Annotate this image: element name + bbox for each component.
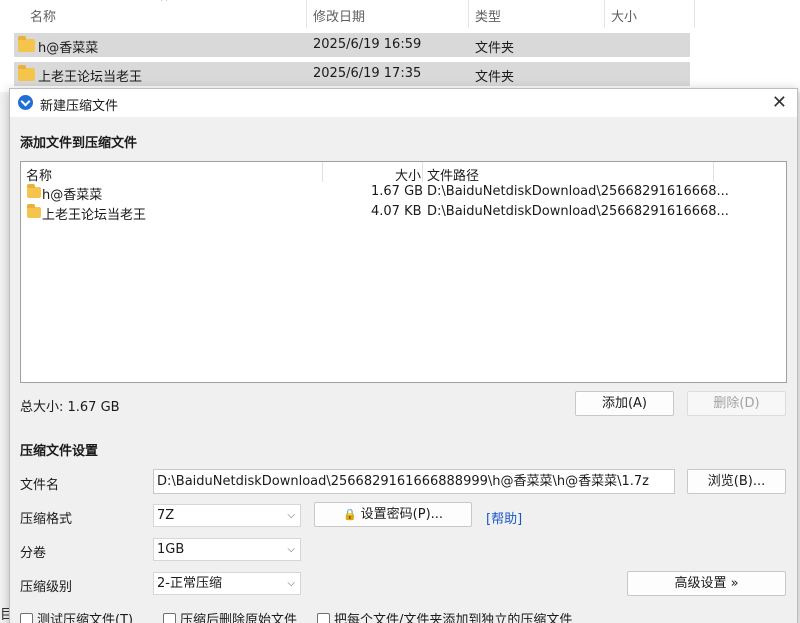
filename-label: 文件名 bbox=[20, 478, 60, 493]
explorer-row-date: 2025/6/19 17:35 bbox=[313, 66, 422, 81]
settings-section-title: 压缩文件设置 bbox=[20, 444, 99, 459]
list-item[interactable]: h@香菜菜 1.67 GB D:\BaiduNetdiskDownload\25… bbox=[21, 182, 786, 203]
file-explorer-background: 名称 ^ 修改日期 类型 大小 h@香菜菜 2025/6/19 16:59 文件… bbox=[0, 0, 800, 92]
delete-originals-label: 压缩后删除原始文件 bbox=[180, 613, 298, 623]
explorer-row[interactable]: h@香菜菜 2025/6/19 16:59 文件夹 bbox=[14, 33, 690, 57]
app-logo-icon bbox=[18, 95, 33, 110]
test-archive-label: 测试压缩文件(T) bbox=[37, 613, 134, 623]
set-password-button[interactable]: 🔒 设置密码(P)... bbox=[314, 502, 472, 527]
delete-button[interactable]: 删除(D) bbox=[687, 391, 786, 416]
sort-caret-icon: ^ bbox=[160, 0, 169, 8]
filename-field[interactable]: D:\BaiduNetdiskDownload\2566829161666888… bbox=[153, 469, 675, 494]
set-password-label: 设置密码(P)... bbox=[360, 507, 444, 522]
list-item-size: 4.07 KB bbox=[371, 204, 422, 219]
delete-originals-checkbox[interactable]: 压缩后删除原始文件 bbox=[163, 609, 297, 623]
advanced-settings-button[interactable]: 高级设置 » bbox=[627, 571, 786, 596]
list-item-size: 1.67 GB bbox=[371, 184, 424, 199]
explorer-column-header: 名称 ^ 修改日期 类型 大小 bbox=[0, 0, 800, 28]
column-modified-date[interactable]: 修改日期 bbox=[313, 6, 365, 25]
list-item-path: D:\BaiduNetdiskDownload\25668291616668..… bbox=[427, 204, 729, 219]
separate-archives-checkbox[interactable]: 把每个文件/文件夹添加到独立的压缩文件 bbox=[317, 609, 572, 623]
list-item[interactable]: 上老王论坛当老王 4.07 KB D:\BaiduNetdiskDownload… bbox=[21, 202, 786, 223]
level-select-value: 2-正常压缩 bbox=[157, 576, 222, 591]
column-divider bbox=[604, 0, 605, 28]
folder-icon bbox=[18, 36, 35, 52]
new-archive-dialog: 新建压缩文件 ✕ 添加文件到压缩文件 名称 大小 文件路径 h@香菜菜 1.67… bbox=[9, 88, 798, 623]
checkbox-box[interactable] bbox=[20, 613, 33, 623]
checkbox-box[interactable] bbox=[317, 613, 330, 623]
chevron-down-icon: ⌵ bbox=[287, 578, 295, 589]
format-select-value: 7Z bbox=[157, 508, 175, 523]
separate-archives-label: 把每个文件/文件夹添加到独立的压缩文件 bbox=[334, 613, 573, 623]
dialog-titlebar[interactable]: 新建压缩文件 ✕ bbox=[10, 89, 797, 117]
column-divider bbox=[694, 0, 695, 28]
archive-file-list[interactable]: 名称 大小 文件路径 h@香菜菜 1.67 GB D:\BaiduNetdisk… bbox=[20, 161, 787, 383]
explorer-row-date: 2025/6/19 16:59 bbox=[313, 37, 422, 52]
list-item-path: D:\BaiduNetdiskDownload\25668291616668..… bbox=[427, 184, 729, 199]
list-item-name: h@香菜菜 bbox=[42, 188, 103, 203]
browse-button[interactable]: 浏览(B)... bbox=[687, 469, 786, 494]
add-files-section-title: 添加文件到压缩文件 bbox=[20, 136, 138, 151]
volume-select[interactable]: 1GB ⌵ bbox=[153, 538, 301, 561]
level-label: 压缩级别 bbox=[20, 580, 73, 595]
column-divider bbox=[468, 0, 469, 28]
help-link[interactable]: [帮助] bbox=[486, 508, 522, 527]
level-select[interactable]: 2-正常压缩 ⌵ bbox=[153, 572, 301, 595]
column-divider bbox=[306, 0, 307, 28]
add-button[interactable]: 添加(A) bbox=[575, 391, 674, 416]
format-label: 压缩格式 bbox=[20, 512, 73, 527]
explorer-row-name: 上老王论坛当老王 bbox=[38, 70, 143, 85]
folder-icon bbox=[18, 65, 35, 81]
folder-icon bbox=[27, 204, 41, 218]
test-archive-checkbox[interactable]: 测试压缩文件(T) bbox=[20, 609, 133, 623]
column-name[interactable]: 名称 bbox=[30, 6, 56, 25]
column-divider bbox=[713, 162, 714, 182]
checkbox-box[interactable] bbox=[163, 613, 176, 623]
chevron-down-icon: ⌵ bbox=[287, 510, 295, 521]
explorer-row-type: 文件夹 bbox=[475, 41, 515, 56]
volume-label: 分卷 bbox=[20, 546, 47, 561]
column-type[interactable]: 类型 bbox=[475, 6, 501, 25]
chevron-down-icon: ⌵ bbox=[287, 544, 295, 555]
file-list-header: 名称 大小 文件路径 bbox=[21, 162, 786, 184]
column-divider bbox=[322, 162, 323, 182]
explorer-row-name: h@香菜菜 bbox=[38, 41, 99, 56]
lock-icon: 🔒 bbox=[342, 508, 357, 521]
explorer-row-type: 文件夹 bbox=[475, 70, 515, 85]
volume-select-value: 1GB bbox=[157, 542, 185, 557]
format-select[interactable]: 7Z ⌵ bbox=[153, 504, 301, 527]
list-item-name: 上老王论坛当老王 bbox=[42, 208, 147, 223]
total-size-text: 总大小: 1.67 GB bbox=[20, 400, 120, 415]
dialog-title: 新建压缩文件 bbox=[40, 99, 119, 114]
column-size[interactable]: 大小 bbox=[611, 6, 637, 25]
column-divider bbox=[422, 162, 423, 182]
explorer-row[interactable]: 上老王论坛当老王 2025/6/19 17:35 文件夹 bbox=[14, 62, 690, 86]
folder-icon bbox=[27, 184, 41, 198]
close-icon[interactable]: ✕ bbox=[772, 92, 787, 113]
